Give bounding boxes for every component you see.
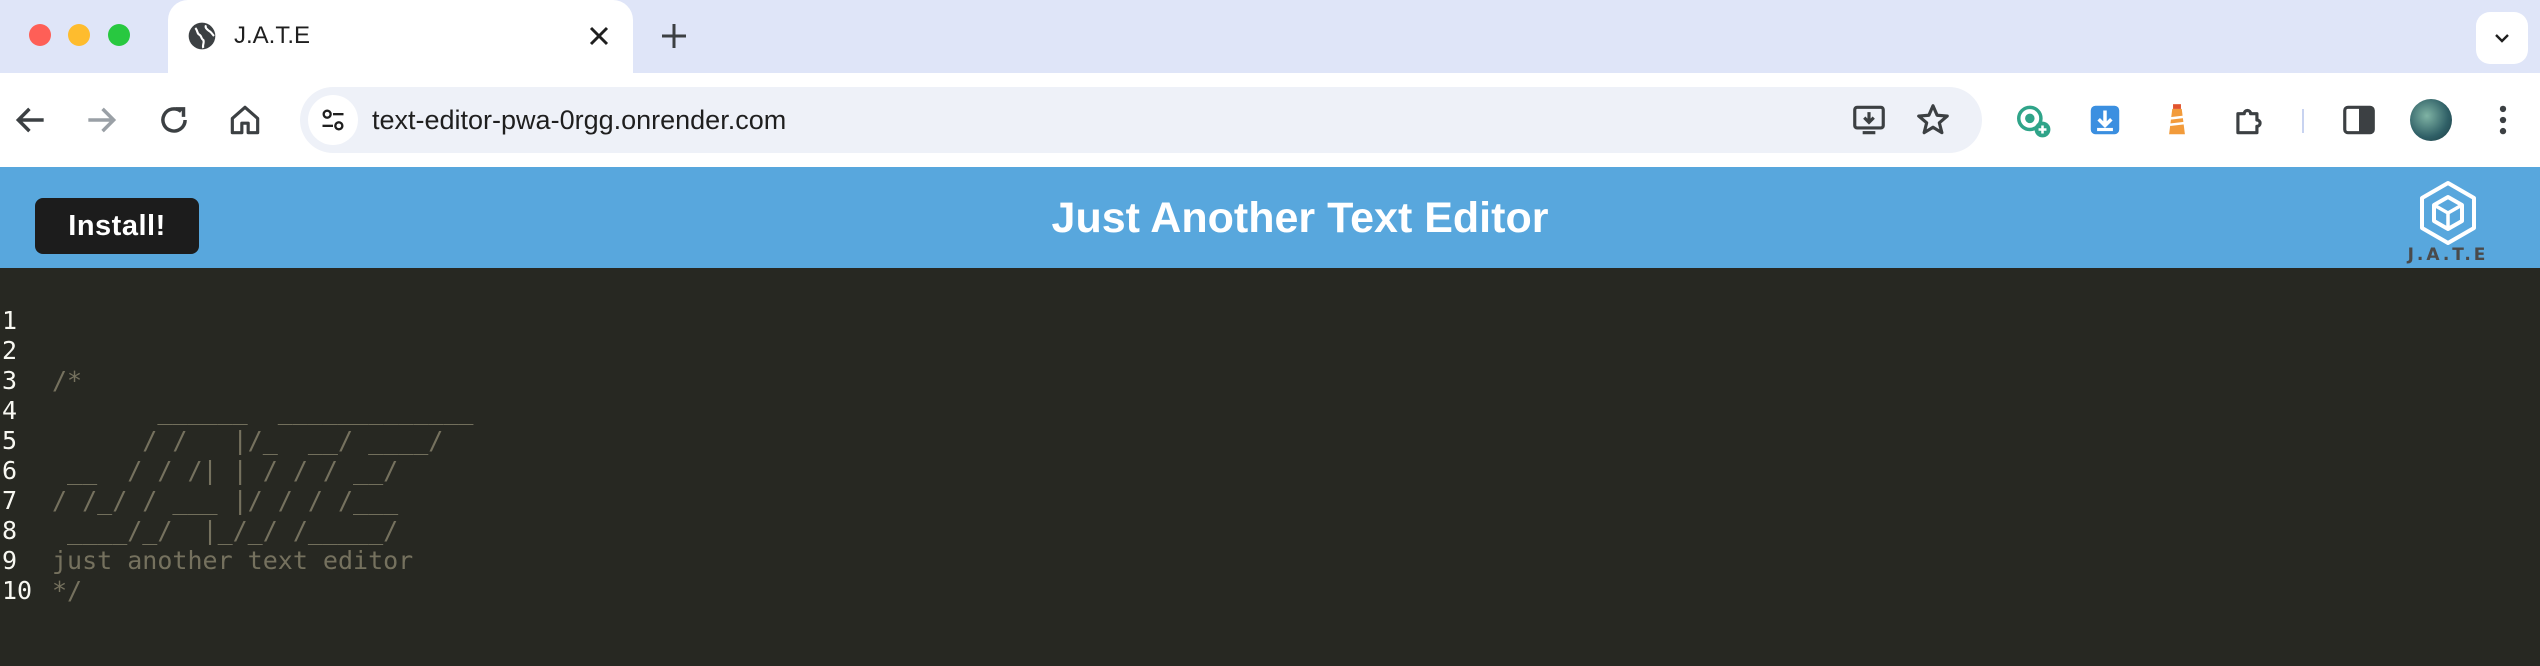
code-line: 2 /* xyxy=(0,306,2540,395)
code-line: 5 __ / / /| | / / / __/ xyxy=(0,396,2540,485)
tune-icon xyxy=(322,109,344,131)
app-header: Install! Just Another Text Editor J.A.T.… xyxy=(0,167,2540,268)
lighthouse-icon[interactable] xyxy=(2158,101,2196,139)
extension-add-icon[interactable] xyxy=(2014,101,2052,139)
code-line: 4 / / |/_ __/ ____/ xyxy=(0,366,2540,455)
chevron-down-icon xyxy=(2495,34,2509,43)
code-line: 6 / /_/ / ___ |/ / / /___ xyxy=(0,426,2540,515)
code-line: 7 ____/_/ |_/_/ /_____/ xyxy=(0,456,2540,545)
line-number: 10 xyxy=(2,576,33,605)
tab-search-button[interactable] xyxy=(2476,12,2528,64)
star-icon[interactable] xyxy=(1914,101,1952,139)
side-panel-icon[interactable] xyxy=(2340,101,2378,139)
logo-text: J.A.T.E xyxy=(2407,245,2489,265)
code-editor[interactable]: 1 2 /* 3 ______ _____________ 4 / / |/_ … xyxy=(0,268,2540,656)
puzzle-icon[interactable] xyxy=(2230,101,2268,139)
page-title: Just Another Text Editor xyxy=(1051,194,1549,242)
minimize-window-button[interactable] xyxy=(68,24,90,46)
toolbar-divider xyxy=(2302,109,2304,133)
browser-tab-strip: J.A.T.E xyxy=(0,0,2540,73)
close-icon[interactable] xyxy=(583,20,615,52)
site-info-button[interactable] xyxy=(308,95,358,145)
browser-tab[interactable]: J.A.T.E xyxy=(168,0,633,73)
code-line: 10 xyxy=(0,546,2540,605)
home-icon[interactable] xyxy=(226,101,264,139)
download-icon[interactable] xyxy=(2086,101,2124,139)
install-app-icon[interactable] xyxy=(1850,101,1888,139)
close-window-button[interactable] xyxy=(29,24,51,46)
code-line: 9 */ xyxy=(0,516,2540,605)
code-line: 8 just another text editor xyxy=(0,486,2540,575)
more-vertical-icon[interactable] xyxy=(2484,101,2522,139)
globe-icon xyxy=(188,22,216,50)
arrow-left-icon[interactable] xyxy=(12,101,50,139)
code-line: 3 ______ _____________ xyxy=(0,336,2540,425)
browser-toolbar: text-editor-pwa-0rgg.onrender.com xyxy=(0,73,2540,167)
maximize-window-button[interactable] xyxy=(108,24,130,46)
profile-avatar[interactable] xyxy=(2410,99,2452,141)
address-bar[interactable]: text-editor-pwa-0rgg.onrender.com xyxy=(300,87,1982,153)
tab-title: J.A.T.E xyxy=(234,22,311,49)
code-line: 1 xyxy=(0,276,2540,335)
reload-icon[interactable] xyxy=(155,101,193,139)
plus-icon[interactable] xyxy=(656,18,692,54)
arrow-right-icon[interactable] xyxy=(82,101,120,139)
url-text[interactable]: text-editor-pwa-0rgg.onrender.com xyxy=(372,104,786,136)
